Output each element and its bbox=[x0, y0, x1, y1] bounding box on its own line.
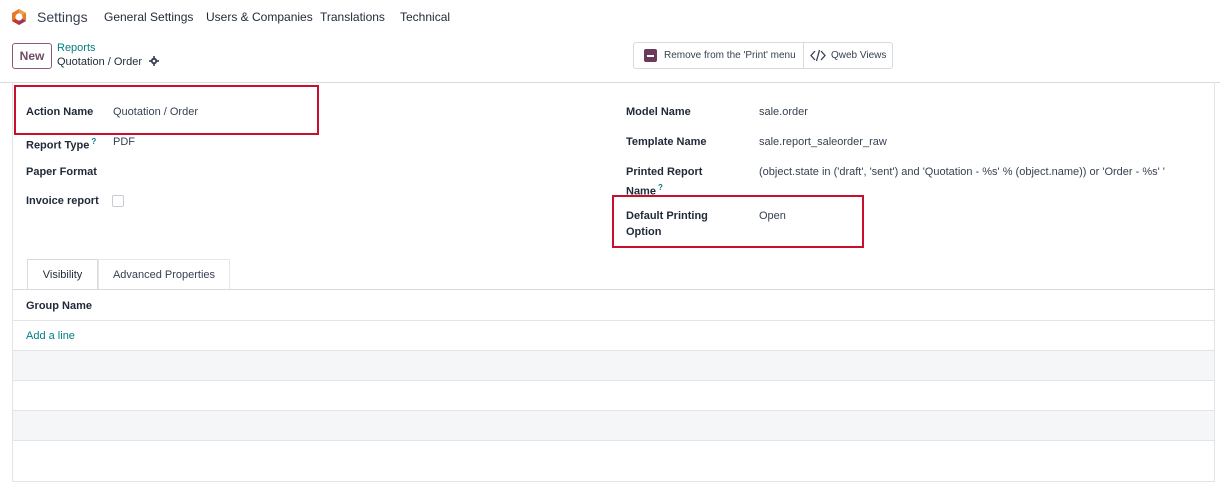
paper-format-label: Paper Format bbox=[26, 166, 97, 178]
highlight-box-default-printing bbox=[612, 195, 864, 248]
add-a-line-link[interactable]: Add a line bbox=[26, 328, 75, 344]
grid-header-row: Group Name bbox=[13, 290, 1214, 321]
printed-report-name-field[interactable]: (object.state in ('draft', 'sent') and '… bbox=[759, 164, 1165, 180]
invoice-report-label: Invoice report bbox=[26, 195, 99, 207]
gear-icon[interactable] bbox=[149, 56, 160, 66]
column-header-group-name[interactable]: Group Name bbox=[26, 298, 92, 314]
code-icon bbox=[810, 49, 826, 62]
remove-from-print-menu-button[interactable]: Remove from the 'Print' menu bbox=[634, 43, 803, 68]
empty-row bbox=[13, 441, 1214, 481]
report-type-label-text: Report Type bbox=[26, 139, 90, 152]
breadcrumb-current: Quotation / Order bbox=[57, 56, 160, 68]
tab-visibility[interactable]: Visibility bbox=[27, 259, 98, 290]
minus-icon bbox=[644, 49, 657, 62]
template-name-label: Template Name bbox=[626, 136, 707, 148]
menu-translations[interactable]: Translations bbox=[320, 10, 385, 24]
printed-report-name-label-line1: Printed Report bbox=[626, 166, 703, 178]
report-type-field[interactable]: PDF bbox=[113, 134, 135, 150]
report-form: Action Name Quotation / Order Report Typ… bbox=[12, 82, 1215, 482]
menu-technical[interactable]: Technical bbox=[400, 10, 450, 24]
action-bar: Remove from the 'Print' menu Qweb Views bbox=[633, 42, 893, 69]
menu-general-settings[interactable]: General Settings bbox=[104, 10, 193, 24]
breadcrumb-current-label: Quotation / Order bbox=[57, 56, 142, 68]
new-button[interactable]: New bbox=[12, 43, 52, 69]
app-logo-icon[interactable] bbox=[10, 8, 28, 26]
empty-row bbox=[13, 411, 1214, 441]
report-type-label: Report Type? bbox=[26, 134, 96, 154]
empty-row bbox=[13, 381, 1214, 411]
breadcrumb-reports[interactable]: Reports bbox=[57, 42, 96, 54]
invoice-report-checkbox[interactable] bbox=[112, 195, 124, 207]
remove-from-print-menu-label: Remove from the 'Print' menu bbox=[664, 50, 796, 61]
qweb-views-button[interactable]: Qweb Views bbox=[804, 43, 892, 68]
top-navbar: Settings General Settings Users & Compan… bbox=[0, 0, 1220, 34]
model-name-field[interactable]: sale.order bbox=[759, 104, 808, 120]
menu-users-companies[interactable]: Users & Companies bbox=[206, 10, 313, 24]
add-line-row: Add a line bbox=[13, 321, 1214, 351]
model-name-label: Model Name bbox=[626, 106, 691, 118]
app-title[interactable]: Settings bbox=[37, 9, 88, 25]
highlight-box-action-name bbox=[14, 85, 319, 135]
qweb-views-label: Qweb Views bbox=[831, 50, 887, 61]
report-type-help-icon[interactable]: ? bbox=[91, 137, 96, 146]
tab-advanced-properties[interactable]: Advanced Properties bbox=[98, 259, 230, 290]
printed-report-help-icon[interactable]: ? bbox=[658, 183, 663, 192]
paper-format-field[interactable] bbox=[113, 164, 293, 180]
empty-row bbox=[13, 351, 1214, 381]
control-panel: New Reports Quotation / Order Remove fro… bbox=[0, 34, 1220, 83]
template-name-field[interactable]: sale.report_saleorder_raw bbox=[759, 134, 887, 150]
